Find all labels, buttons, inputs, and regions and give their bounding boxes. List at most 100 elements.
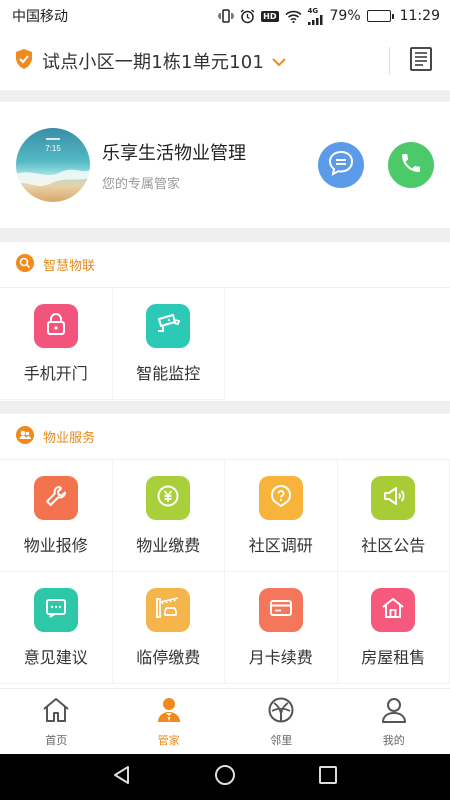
smart-iot-section-icon	[15, 253, 35, 277]
house-rent-sale-label: 房屋租售	[361, 647, 426, 667]
tile-4	[258, 475, 303, 520]
smart-iot-title: 智慧物联	[43, 259, 96, 274]
feedback-label: 意见建议	[23, 647, 88, 667]
temp-parking-fee-label: 临停缴费	[136, 647, 201, 667]
tab-home[interactable]: 首页	[0, 689, 113, 754]
property-services-grid: 物业报修 物业缴费 社区调研 社区公告 意见建议 临停缴费 月卡续费 房屋租售	[0, 460, 450, 684]
tile-2	[33, 475, 78, 520]
recents-square-icon	[317, 764, 339, 790]
house-icon	[380, 595, 406, 625]
property-fee-label: 物业缴费	[136, 535, 201, 555]
header-divider	[389, 47, 390, 75]
message-dots-icon	[43, 595, 69, 625]
address-selector[interactable]: 试点小区一期1栋1单元101	[14, 48, 389, 74]
tab-butler-label: 管家	[157, 733, 180, 747]
card-icon	[268, 595, 294, 625]
tile-7	[146, 587, 191, 632]
community-notice-item[interactable]: 社区公告	[337, 460, 450, 572]
tile-9	[371, 587, 416, 632]
tile-0	[33, 303, 78, 348]
hd-badge: HD	[261, 10, 279, 22]
header: 试点小区一期1栋1单元101	[0, 32, 450, 90]
avatar-time: 7:15	[45, 144, 61, 153]
document-list-button[interactable]	[406, 46, 436, 76]
avatar[interactable]: 7:15	[16, 128, 90, 202]
home-icon	[41, 696, 71, 728]
property-services-header: 物业服务	[0, 414, 450, 460]
yuan-coin-icon	[155, 483, 181, 513]
mobile-door-open-item[interactable]: 手机开门	[0, 288, 113, 400]
tab-home-label: 首页	[45, 733, 68, 747]
tab-bar: 首页 管家 邻里 我的	[0, 688, 450, 754]
chat-bubble-icon	[327, 149, 355, 181]
wifi-icon	[284, 10, 302, 23]
tab-mine[interactable]: 我的	[338, 689, 450, 754]
battery-percent: 79%	[329, 8, 361, 24]
tile-1	[146, 303, 191, 348]
question-bubble-icon	[268, 483, 294, 513]
back-triangle-icon	[111, 764, 133, 790]
mobile-door-open-label: 手机开门	[23, 363, 88, 383]
smart-monitor-item[interactable]: 智能监控	[112, 288, 225, 400]
temp-parking-fee-item[interactable]: 临停缴费	[112, 572, 225, 684]
monthly-card-renewal-item[interactable]: 月卡续费	[225, 572, 338, 684]
tab-butler[interactable]: 管家	[113, 689, 226, 754]
repair-label: 物业报修	[23, 535, 88, 555]
repair-item[interactable]: 物业报修	[0, 460, 113, 572]
community-notice-label: 社区公告	[361, 535, 426, 555]
signal-icon: 4G	[307, 6, 324, 25]
chevron-down-icon	[272, 52, 286, 71]
back-button[interactable]	[102, 757, 142, 797]
manager-subtitle: 您的专属管家	[102, 176, 181, 192]
alarm-icon	[240, 8, 255, 24]
network-type-label: 4G	[307, 6, 319, 15]
address-text: 试点小区一期1栋1单元101	[42, 52, 265, 73]
butler-icon	[154, 696, 184, 728]
property-services-title: 物业服务	[43, 431, 96, 446]
clock: 11:29	[399, 8, 440, 24]
chat-button[interactable]	[318, 142, 364, 188]
lock-icon	[43, 311, 69, 341]
status-bar: 中国移动 HD 4G 79% 11:29	[0, 0, 450, 32]
carrier-name: 中国移动	[12, 9, 68, 25]
tile-5	[371, 475, 416, 520]
smart-iot-grid: 手机开门 智能监控	[0, 288, 450, 400]
status-icons: HD 4G 79% 11:29	[218, 6, 440, 25]
phone-icon	[399, 151, 423, 179]
speaker-icon	[380, 483, 406, 513]
user-icon	[379, 696, 409, 728]
home-button[interactable]	[205, 757, 245, 797]
camera-icon	[154, 311, 182, 341]
document-list-icon	[408, 46, 434, 76]
community-survey-item[interactable]: 社区调研	[225, 460, 338, 572]
tab-neighbor[interactable]: 邻里	[225, 689, 338, 754]
manager-card: 7:15 乐享生活物业管理 您的专属管家	[0, 102, 450, 228]
tile-6	[33, 587, 78, 632]
call-button[interactable]	[388, 142, 434, 188]
property-services-section: 物业服务 物业报修 物业缴费 社区调研 社区公告 意见建议 临停缴费 月卡续费 …	[0, 414, 450, 688]
tab-mine-label: 我的	[382, 733, 405, 747]
system-nav-bar	[0, 754, 450, 800]
home-circle-icon	[214, 764, 236, 790]
vibrate-icon	[218, 9, 235, 23]
smart-monitor-label: 智能监控	[136, 363, 201, 383]
tab-neighbor-label: 邻里	[270, 733, 293, 747]
tile-8	[258, 587, 303, 632]
smart-iot-section: 智慧物联 手机开门 智能监控	[0, 242, 450, 401]
parking-barrier-icon	[154, 595, 182, 625]
property-services-section-icon	[15, 425, 35, 449]
manager-name: 乐享生活物业管理	[102, 142, 246, 164]
smart-iot-header: 智慧物联	[0, 242, 450, 288]
wrench-icon	[43, 483, 69, 513]
recents-button[interactable]	[308, 757, 348, 797]
battery-icon	[366, 10, 394, 22]
monthly-card-renewal-label: 月卡续费	[248, 647, 313, 667]
property-fee-item[interactable]: 物业缴费	[112, 460, 225, 572]
shield-check-icon	[14, 48, 34, 74]
neighbor-icon	[266, 696, 296, 728]
house-rent-sale-item[interactable]: 房屋租售	[337, 572, 450, 684]
community-survey-label: 社区调研	[248, 535, 313, 555]
tile-3	[146, 475, 191, 520]
manager-info: 乐享生活物业管理 您的专属管家	[102, 139, 318, 192]
feedback-item[interactable]: 意见建议	[0, 572, 113, 684]
